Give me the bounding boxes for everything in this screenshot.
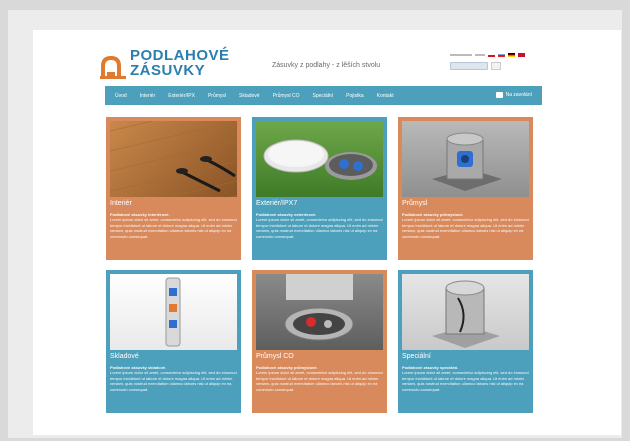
category-card-specialni[interactable]: Speciální Podlahové zásuvky speciální. L… bbox=[398, 270, 533, 413]
language-switcher bbox=[450, 53, 550, 57]
card-title: Speciální bbox=[402, 353, 431, 360]
card-title: Exteriér/IPX7 bbox=[256, 200, 298, 207]
card-desc-bold: Podlahové zásuvky průmyslové. bbox=[256, 365, 318, 370]
special-socket-image bbox=[432, 280, 500, 348]
card-image bbox=[110, 274, 237, 350]
nav-item-specialni[interactable]: Speciální bbox=[313, 93, 334, 99]
card-title: Interiér bbox=[110, 200, 132, 207]
flag-cz-icon[interactable] bbox=[488, 53, 495, 57]
nav-item-uvod[interactable]: Úvod bbox=[115, 93, 127, 99]
card-title: Průmysl CO bbox=[256, 353, 294, 360]
flag-gb-icon[interactable] bbox=[518, 53, 525, 57]
card-description: Podlahové zásuvky interiérové. Lorem ips… bbox=[110, 212, 237, 239]
flag-de-icon[interactable] bbox=[508, 53, 515, 57]
nav-contact-link[interactable]: Na zavolání bbox=[495, 92, 532, 98]
card-desc-text: Lorem ipsum dolor sit amet, consectetur … bbox=[110, 217, 237, 239]
nav-item-prumysl-co[interactable]: Průmysl CO bbox=[273, 93, 300, 99]
card-title: Skladové bbox=[110, 353, 139, 360]
nav-item-prumysl[interactable]: Průmysl bbox=[208, 93, 226, 99]
card-desc-text: Lorem ipsum dolor sit amet, consectetur … bbox=[110, 370, 237, 392]
logo-icon bbox=[100, 55, 126, 79]
lang-label-placeholder bbox=[475, 54, 485, 56]
category-card-exterier[interactable]: Exteriér/IPX7 Podlahové zásuvky exteriér… bbox=[252, 117, 387, 260]
card-image bbox=[256, 274, 383, 350]
language-area bbox=[450, 53, 550, 70]
tagline: Zásuvky z podlahy - z lěších stvolu bbox=[272, 62, 381, 69]
card-desc-text: Lorem ipsum dolor sit amet, consectetur … bbox=[256, 370, 383, 392]
logo-line-1: PODLAHOVÉ bbox=[130, 47, 230, 64]
card-description: Podlahové zásuvky exteriérové. Lorem ips… bbox=[256, 212, 383, 239]
floor-socket-wood-image bbox=[110, 121, 237, 197]
floor-hatch-image bbox=[284, 274, 354, 341]
pop-up-column-image bbox=[165, 277, 181, 347]
lang-label-placeholder bbox=[450, 54, 472, 56]
card-title: Průmysl bbox=[402, 200, 428, 207]
mail-icon bbox=[495, 92, 503, 98]
social-row bbox=[450, 62, 550, 70]
logo-line-2: ZÁSUVKY bbox=[130, 62, 206, 79]
card-image bbox=[402, 121, 529, 197]
card-desc-text: Lorem ipsum dolor sit amet, consectetur … bbox=[402, 370, 529, 392]
card-description: Podlahové zásuvky průmyslové. Lorem ipsu… bbox=[402, 212, 529, 239]
card-desc-text: Lorem ipsum dolor sit amet, consectetur … bbox=[402, 217, 529, 239]
facebook-like-button[interactable] bbox=[450, 62, 488, 70]
nav-item-interier[interactable]: Interiér bbox=[140, 93, 156, 99]
card-desc-bold: Podlahové zásuvky interiérové. bbox=[110, 212, 170, 217]
card-image bbox=[402, 274, 529, 350]
card-desc-bold: Podlahové zásuvky skladové. bbox=[110, 365, 167, 370]
category-card-prumysl[interactable]: Průmysl Podlahové zásuvky průmyslové. Lo… bbox=[398, 117, 533, 260]
category-card-skladove[interactable]: Skladové Podlahové zásuvky skladové. Lor… bbox=[106, 270, 241, 413]
industrial-socket-image bbox=[432, 132, 502, 191]
card-desc-bold: Podlahové zásuvky exteriérové. bbox=[256, 212, 317, 217]
card-desc-text: Lorem ipsum dolor sit amet, consectetur … bbox=[256, 217, 383, 239]
card-description: Podlahové zásuvky skladové. Lorem ipsum … bbox=[110, 365, 237, 392]
card-desc-bold: Podlahové zásuvky speciální. bbox=[402, 365, 459, 370]
nav-contact-label: Na zavolání bbox=[505, 92, 532, 98]
card-image bbox=[256, 121, 383, 197]
flag-sk-icon[interactable] bbox=[498, 53, 505, 57]
nav-item-pojistka[interactable]: Pojistka bbox=[346, 93, 364, 99]
card-description: Podlahové zásuvky průmyslové. Lorem ipsu… bbox=[256, 365, 383, 392]
card-description: Podlahové zásuvky speciální. Lorem ipsum… bbox=[402, 365, 529, 392]
floor-socket-grass-image bbox=[263, 139, 377, 180]
nav-item-skladove[interactable]: Skladové bbox=[239, 93, 260, 99]
nav-item-kontakt[interactable]: Kontakt bbox=[377, 93, 394, 99]
category-card-prumysl-co[interactable]: Průmysl CO Podlahové zásuvky průmyslové.… bbox=[252, 270, 387, 413]
category-card-interier[interactable]: Interiér Podlahové zásuvky interiérové. … bbox=[106, 117, 241, 260]
card-desc-bold: Podlahové zásuvky průmyslové. bbox=[402, 212, 464, 217]
card-image bbox=[110, 121, 237, 197]
nav-item-exterier[interactable]: Exteriér/IPX bbox=[168, 93, 195, 99]
main-nav: Úvod Interiér Exteriér/IPX Průmysl Sklad… bbox=[105, 86, 542, 105]
share-button[interactable] bbox=[491, 62, 501, 70]
